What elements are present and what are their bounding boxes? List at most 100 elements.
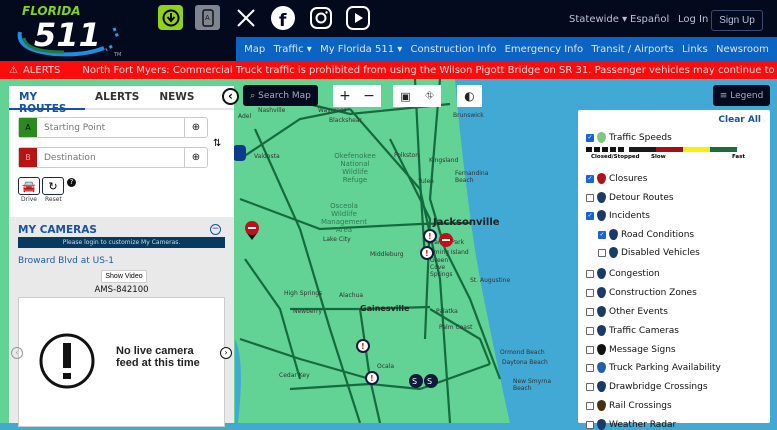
legend-button[interactable]: ≡ Legend bbox=[713, 85, 770, 106]
nav-map[interactable]: Map bbox=[244, 44, 265, 55]
checkbox[interactable] bbox=[586, 363, 594, 372]
map-label: Valdosta bbox=[254, 153, 280, 160]
legend-item-label: Disabled Vehicles bbox=[621, 247, 700, 258]
contrast-button[interactable]: ◐ bbox=[457, 85, 482, 107]
main-nav: Map Traffic ▾ My Florida 511 ▾ Construct… bbox=[236, 37, 777, 61]
camera-feed: No live camera feed at this time bbox=[18, 297, 225, 427]
legend-item-message-signs[interactable]: Message Signs bbox=[586, 344, 676, 355]
map-label: Green Cove Springs bbox=[430, 257, 453, 278]
login-message[interactable]: Please login to customize My Cameras. bbox=[18, 237, 225, 248]
tab-my-routes[interactable]: MY ROUTES bbox=[9, 86, 85, 115]
download-app-icon[interactable] bbox=[158, 5, 183, 30]
map-label: Adel bbox=[238, 113, 252, 120]
map-layer-icon[interactable]: ▣ bbox=[400, 90, 410, 103]
destination-field[interactable]: B Destination ⊕ bbox=[18, 147, 208, 168]
signup-button[interactable]: Sign Up bbox=[711, 10, 763, 31]
nav-links[interactable]: Links bbox=[682, 44, 708, 55]
checkbox[interactable] bbox=[586, 401, 594, 410]
nav-transit-airports[interactable]: Transit / Airports bbox=[591, 44, 673, 55]
collapse-icon[interactable]: − bbox=[210, 224, 221, 235]
map-label: Folkston bbox=[394, 152, 420, 159]
next-camera-button[interactable]: › bbox=[220, 347, 232, 359]
legend-item-traffic-speeds[interactable]: ✓ Traffic Speeds bbox=[586, 132, 672, 143]
legend-item-incidents[interactable]: ✓ Incidents bbox=[586, 210, 650, 221]
legend-item-truck-parking-availability[interactable]: Truck Parking Availability bbox=[586, 362, 721, 373]
map-label: Middleburg bbox=[370, 251, 404, 258]
swap-icon[interactable]: ⇅ bbox=[213, 138, 221, 149]
drive-button[interactable]: 🚘 bbox=[18, 177, 40, 195]
congestion-icon bbox=[597, 268, 606, 279]
legend-item-weather-radar[interactable]: Weather Radar bbox=[586, 419, 676, 430]
legend-panel: Clear All ✓ Traffic Speeds ✓ Closures Detour… bbox=[578, 110, 770, 430]
checkbox[interactable] bbox=[586, 307, 594, 316]
legend-item-road-conditions[interactable]: ✓ Road Conditions bbox=[598, 229, 694, 240]
help-icon[interactable]: ? bbox=[67, 178, 76, 187]
locate-icon[interactable]: ⊕ bbox=[185, 152, 207, 163]
checkbox[interactable] bbox=[586, 269, 594, 278]
alert-banner[interactable]: ⚠ ALERTS North Fort Myers: Commercial Tr… bbox=[0, 61, 777, 79]
facebook-icon[interactable]: f bbox=[270, 5, 295, 30]
checkbox[interactable]: ✓ bbox=[586, 211, 594, 220]
tab-news[interactable]: NEWS bbox=[149, 86, 204, 108]
directions-icon[interactable]: ⛗ bbox=[425, 89, 434, 103]
legend-item-disabled-vehicles[interactable]: Disabled Vehicles bbox=[598, 247, 700, 258]
construction-zones-icon bbox=[597, 287, 606, 298]
car-icon: 🚘 bbox=[22, 179, 36, 193]
nav-emergency-info[interactable]: Emergency Info bbox=[505, 44, 584, 55]
map-label: Orange Park bbox=[427, 239, 465, 246]
legend-item-detour-routes[interactable]: Detour Routes bbox=[586, 192, 674, 203]
login-link[interactable]: Log In bbox=[678, 14, 708, 25]
instagram-icon[interactable] bbox=[308, 5, 333, 30]
checkbox[interactable] bbox=[586, 193, 594, 202]
youtube-icon[interactable] bbox=[345, 5, 370, 30]
search-icon: ⌕ bbox=[250, 90, 256, 101]
locate-icon[interactable]: ⊕ bbox=[185, 122, 207, 133]
x-icon[interactable] bbox=[233, 5, 258, 30]
legend-item-other-events[interactable]: Other Events bbox=[586, 306, 668, 317]
starting-point-input[interactable]: Starting Point bbox=[37, 118, 185, 137]
camera-name-link[interactable]: Broward Blvd at US-1 bbox=[18, 256, 114, 266]
park-label: Osceola Wildlife Management Area bbox=[320, 202, 368, 234]
legend-item-congestion[interactable]: Congestion bbox=[586, 268, 660, 279]
rail-crossings-icon bbox=[597, 400, 606, 411]
speed-color-swatch bbox=[683, 147, 710, 152]
legend-item-rail-crossings[interactable]: Rail Crossings bbox=[586, 400, 672, 411]
starting-point-field[interactable]: A Starting Point ⊕ bbox=[18, 117, 208, 138]
zoom-in-button[interactable]: + bbox=[339, 88, 351, 104]
legend-item-traffic-cameras[interactable]: Traffic Cameras bbox=[586, 325, 679, 336]
checkbox[interactable]: ✓ bbox=[586, 174, 594, 183]
legend-item-construction-zones[interactable]: Construction Zones bbox=[586, 287, 697, 298]
checkbox[interactable] bbox=[598, 248, 606, 257]
svg-text:A: A bbox=[205, 14, 210, 22]
checkbox[interactable] bbox=[586, 326, 594, 335]
nav-traffic[interactable]: Traffic ▾ bbox=[274, 44, 312, 55]
search-map-button[interactable]: ⌕ Search Map bbox=[243, 85, 318, 106]
show-video-button[interactable]: Show Video bbox=[101, 270, 147, 283]
checkbox[interactable] bbox=[586, 288, 594, 297]
map-label: Cedar Key bbox=[279, 372, 310, 379]
checkbox[interactable] bbox=[586, 420, 594, 429]
collapse-panel-button[interactable]: ‹ bbox=[222, 88, 239, 105]
prev-camera-button[interactable]: ‹ bbox=[11, 347, 23, 359]
zoom-out-button[interactable]: − bbox=[363, 88, 375, 104]
checkbox[interactable]: ✓ bbox=[598, 230, 606, 239]
nav-my-florida-511[interactable]: My Florida 511 ▾ bbox=[320, 44, 402, 55]
checkbox[interactable]: ✓ bbox=[586, 133, 594, 142]
legend-item-drawbridge-crossings[interactable]: Drawbridge Crossings bbox=[586, 381, 708, 392]
my-cameras-title: MY CAMERAS bbox=[18, 224, 97, 236]
language-link[interactable]: Español bbox=[630, 14, 669, 25]
region-dropdown[interactable]: Statewide ▾ bbox=[569, 14, 627, 25]
florida-511-logo[interactable]: FLORIDA 511 TM bbox=[14, 2, 129, 58]
nav-newsroom[interactable]: Newsroom bbox=[716, 44, 769, 55]
reset-button[interactable]: ↻ bbox=[42, 177, 64, 195]
tab-alerts[interactable]: ALERTS bbox=[85, 86, 149, 108]
nav-construction-info[interactable]: Construction Info bbox=[411, 44, 497, 55]
clear-all-link[interactable]: Clear All bbox=[718, 115, 761, 125]
weather-radar-icon bbox=[597, 419, 606, 430]
legend-item-closures[interactable]: ✓ Closures bbox=[586, 173, 647, 184]
checkbox[interactable] bbox=[586, 382, 594, 391]
checkbox[interactable] bbox=[586, 345, 594, 354]
mobile-app-icon[interactable]: A bbox=[195, 5, 220, 30]
map-label: Alachua bbox=[339, 292, 364, 299]
destination-input[interactable]: Destination bbox=[37, 148, 185, 167]
